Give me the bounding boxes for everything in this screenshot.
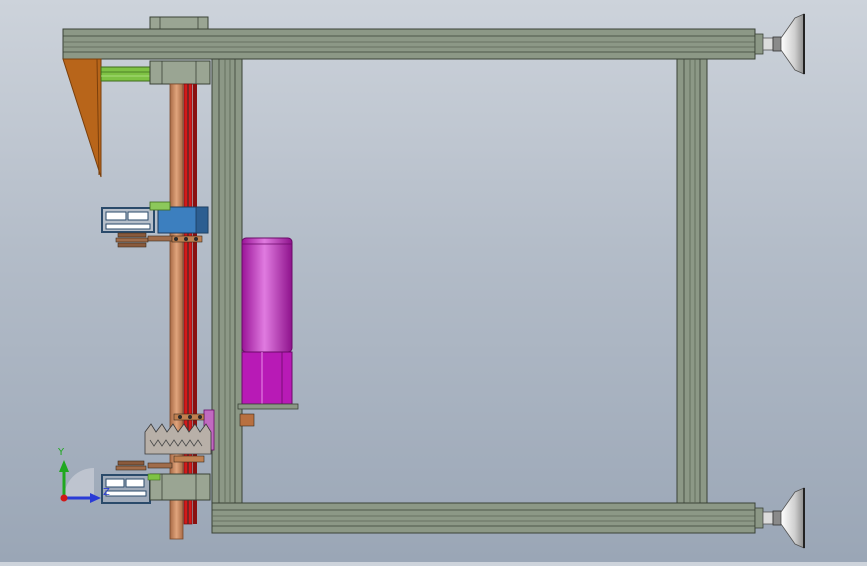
- middle-carriage: [101, 201, 209, 234]
- cad-viewport[interactable]: Y Z: [0, 0, 867, 562]
- lower-carriage: [101, 473, 211, 504]
- leveling-foot-bottom: [754, 487, 805, 549]
- right-post: [676, 58, 708, 504]
- left-post: [211, 58, 243, 504]
- green-rod: [100, 66, 152, 82]
- top-block: [149, 16, 209, 30]
- top-beam: [62, 28, 756, 60]
- orange-bracket: [62, 58, 102, 178]
- upper-bearing-block: [149, 60, 211, 85]
- leveling-foot-top: [754, 13, 805, 75]
- copper-shaft: [169, 83, 184, 540]
- triad-x-label: Z: [103, 487, 110, 498]
- triad-y-label: Y: [57, 447, 65, 458]
- triad-origin: [60, 494, 68, 502]
- motor: [237, 237, 299, 410]
- bottom-beam: [211, 502, 756, 534]
- assembly-drawing: Y Z: [57, 13, 805, 549]
- triad-plane-shading: [64, 468, 94, 498]
